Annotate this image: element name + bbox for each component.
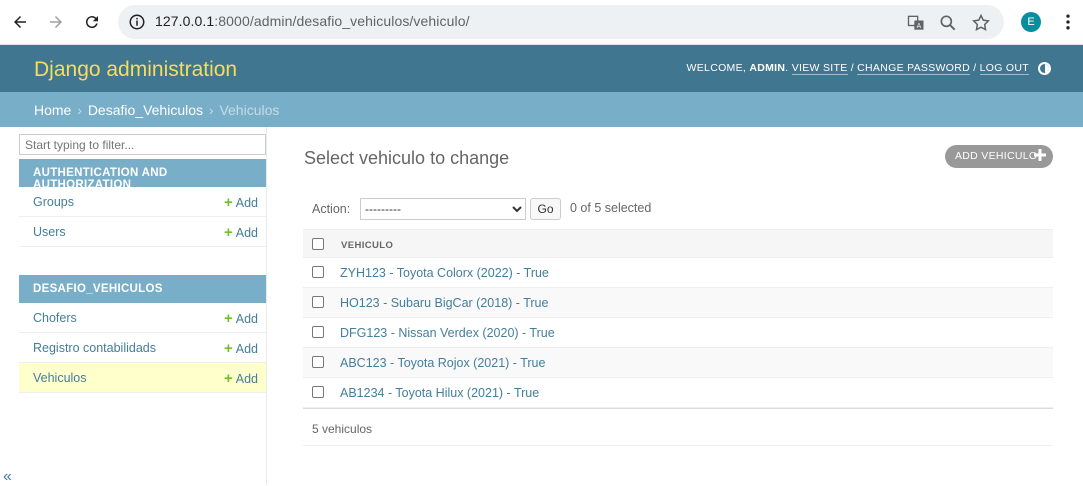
- plus-icon: +: [223, 194, 233, 211]
- add-chofers-link[interactable]: + Add: [224, 310, 258, 327]
- breadcrumb-current: Vehiculos: [219, 102, 280, 118]
- add-users-link[interactable]: + Add: [224, 224, 258, 241]
- result-list: VEHICULO ZYH123 - Toyota Colorx (2022) -…: [303, 229, 1053, 408]
- zoom-icon[interactable]: [938, 13, 958, 33]
- sidebar-item-label[interactable]: Vehiculos: [33, 371, 87, 385]
- go-button[interactable]: Go: [530, 198, 561, 220]
- theme-toggle-icon[interactable]: [1038, 62, 1051, 75]
- address-bar[interactable]: 127.0.0.1:8000/admin/desafio_vehiculos/v…: [118, 5, 1004, 39]
- table-row: DFG123 - Nissan Verdex (2020) - True: [303, 318, 1053, 348]
- row-checkbox[interactable]: [312, 356, 324, 368]
- change-password-link[interactable]: CHANGE PASSWORD: [857, 62, 970, 75]
- paginator: 5 vehiculos: [303, 408, 1053, 446]
- row-link[interactable]: ZYH123 - Toyota Colorx (2022) - True: [340, 266, 549, 280]
- more-menu-icon[interactable]: [1058, 12, 1078, 32]
- action-select[interactable]: ---------: [360, 198, 526, 220]
- sidebar-item-groups[interactable]: Groups + Add: [19, 187, 266, 217]
- sidebar-item-chofers[interactable]: Chofers + Add: [19, 303, 266, 333]
- browser-toolbar: 127.0.0.1:8000/admin/desafio_vehiculos/v…: [0, 0, 1083, 45]
- add-groups-link[interactable]: + Add: [224, 194, 258, 211]
- sidebar-item-registro-contabilidads[interactable]: Registro contabilidads + Add: [19, 333, 266, 363]
- row-link[interactable]: AB1234 - Toyota Hilux (2021) - True: [340, 386, 539, 400]
- sidebar-item-users[interactable]: Users + Add: [19, 217, 266, 247]
- sidebar-item-vehiculos[interactable]: Vehiculos + Add: [19, 363, 266, 393]
- plus-icon: [1034, 149, 1046, 161]
- site-info-icon[interactable]: [128, 13, 146, 31]
- plus-icon: +: [223, 340, 233, 357]
- plus-icon: +: [223, 224, 233, 241]
- svg-text:A: A: [917, 22, 922, 30]
- plus-icon: +: [223, 370, 233, 387]
- sidebar-item-label[interactable]: Users: [33, 225, 66, 239]
- sidebar-collapse-button[interactable]: «: [3, 468, 12, 486]
- sidebar-item-label[interactable]: Registro contabilidads: [33, 341, 156, 355]
- row-checkbox[interactable]: [312, 386, 324, 398]
- table-row: ABC123 - Toyota Rojox (2021) - True: [303, 348, 1053, 378]
- bookmark-star-icon[interactable]: [971, 13, 991, 33]
- add-vehiculo-button[interactable]: ADD VEHICULO: [945, 145, 1053, 168]
- admin-header: Django administration WELCOME, ADMIN. VI…: [0, 45, 1083, 92]
- actions-bar: Action: --------- Go 0 of 5 selected: [303, 194, 1053, 224]
- table-row: HO123 - Subaru BigCar (2018) - True: [303, 288, 1053, 318]
- sidebar-item-label[interactable]: Chofers: [33, 311, 77, 325]
- table-row: AB1234 - Toyota Hilux (2021) - True: [303, 378, 1053, 408]
- breadcrumb: Home › Desafio_Vehiculos › Vehiculos: [0, 92, 1083, 127]
- breadcrumb-home[interactable]: Home: [34, 102, 71, 118]
- row-checkbox[interactable]: [312, 266, 324, 278]
- site-brand[interactable]: Django administration: [34, 58, 237, 82]
- user-tools: WELCOME, ADMIN. VIEW SITE / CHANGE PASSW…: [686, 62, 1029, 75]
- row-checkbox[interactable]: [312, 296, 324, 308]
- view-site-link[interactable]: VIEW SITE: [791, 62, 848, 75]
- sidebar-item-label[interactable]: Groups: [33, 195, 74, 209]
- back-arrow-icon[interactable]: [8, 10, 32, 34]
- url-text[interactable]: 127.0.0.1:8000/admin/desafio_vehiculos/v…: [155, 13, 470, 29]
- module-caption-auth[interactable]: AUTHENTICATION AND AUTHORIZATION: [19, 159, 266, 191]
- reload-icon[interactable]: [80, 10, 104, 34]
- forward-arrow-icon[interactable]: [44, 10, 68, 34]
- table-header: VEHICULO: [303, 229, 1053, 258]
- translate-icon[interactable]: A: [906, 13, 926, 33]
- row-link[interactable]: HO123 - Subaru BigCar (2018) - True: [340, 296, 548, 310]
- add-vehiculos-link[interactable]: + Add: [224, 370, 258, 387]
- log-out-link[interactable]: LOG OUT: [979, 62, 1029, 75]
- action-label: Action:: [312, 202, 351, 216]
- select-all-checkbox[interactable]: [312, 238, 324, 250]
- module-caption-desafio[interactable]: DESAFIO_VEHICULOS: [19, 275, 266, 303]
- page-title: Select vehiculo to change: [304, 148, 510, 168]
- add-registro-link[interactable]: + Add: [224, 340, 258, 357]
- nav-sidebar: AUTHENTICATION AND AUTHORIZATION Groups …: [18, 127, 267, 485]
- row-link[interactable]: ABC123 - Toyota Rojox (2021) - True: [340, 356, 545, 370]
- table-row: ZYH123 - Toyota Colorx (2022) - True: [303, 258, 1053, 288]
- row-checkbox[interactable]: [312, 326, 324, 338]
- username: ADMIN: [749, 62, 786, 74]
- column-header-vehiculo[interactable]: VEHICULO: [341, 240, 393, 251]
- breadcrumb-app[interactable]: Desafio_Vehiculos: [88, 102, 203, 118]
- plus-icon: +: [223, 310, 233, 327]
- profile-avatar[interactable]: E: [1021, 12, 1041, 32]
- sidebar-filter-input[interactable]: [19, 134, 266, 155]
- selection-counter: 0 of 5 selected: [570, 201, 652, 215]
- row-link[interactable]: DFG123 - Nissan Verdex (2020) - True: [340, 326, 555, 340]
